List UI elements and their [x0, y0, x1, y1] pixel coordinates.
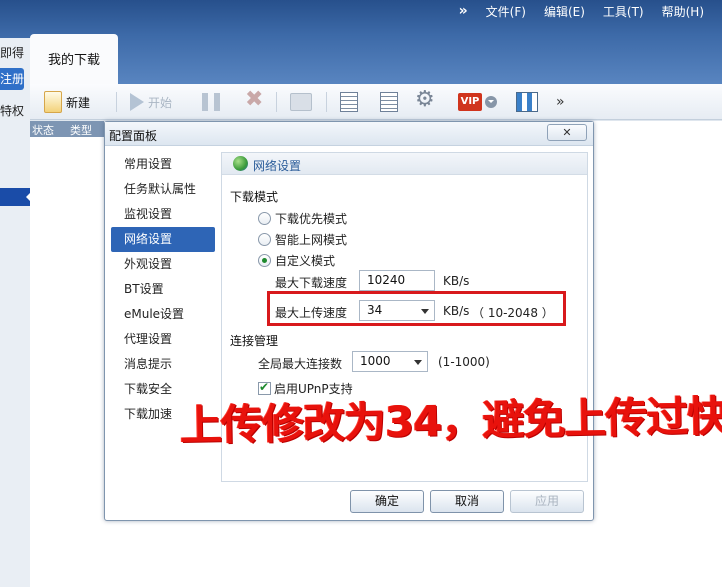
column-status[interactable]: 状态 — [32, 122, 54, 138]
nav-item-general[interactable]: 常用设置 — [111, 152, 215, 177]
max-download-unit: KB/s — [443, 274, 470, 288]
chevron-down-icon — [414, 360, 422, 369]
annotation-text: 上传修改为34，避免上传过快！！！ — [179, 389, 722, 450]
nav-item-proxy[interactable]: 代理设置 — [111, 327, 215, 352]
task-list-button[interactable] — [340, 90, 358, 114]
globe-icon — [233, 156, 248, 171]
radio-label: 下载优先模式 — [275, 212, 348, 226]
menu-file[interactable]: 文件(F) — [486, 3, 526, 20]
max-download-label: 最大下载速度 — [275, 276, 348, 290]
menu-edit[interactable]: 编辑(E) — [544, 3, 585, 20]
max-connections-range: (1-1000) — [438, 355, 490, 369]
column-header-right — [594, 121, 722, 137]
delete-button[interactable]: ✖ — [245, 86, 264, 112]
menu-bar: » 文件(F) 编辑(E) 工具(T) 帮助(H) — [459, 0, 722, 22]
list-icon — [340, 92, 358, 112]
store-button[interactable] — [516, 90, 538, 114]
privilege-text: 特权 — [0, 104, 25, 118]
vip-button[interactable]: VIP — [458, 90, 497, 114]
radio-button[interactable] — [258, 212, 271, 225]
menu-more-icon[interactable]: » — [459, 3, 468, 19]
register-button[interactable]: 注册 — [0, 68, 24, 90]
play-icon — [130, 93, 144, 111]
settings-button[interactable]: ⚙ — [415, 86, 435, 112]
new-file-icon — [44, 91, 62, 113]
details-icon — [380, 92, 398, 112]
download-mode-title: 下载模式 — [230, 190, 279, 204]
dialog-title-bar: 配置面板 ✕ — [105, 122, 593, 146]
nav-item-appearance[interactable]: 外观设置 — [111, 252, 215, 277]
panel-title: 网络设置 — [253, 159, 302, 173]
cancel-button[interactable]: 取消 — [430, 490, 504, 513]
menu-help[interactable]: 帮助(H) — [662, 3, 704, 20]
account-text: 即得 — [0, 46, 25, 60]
radio-download-priority[interactable]: 下载优先模式 — [258, 210, 347, 227]
store-icon — [516, 92, 538, 112]
pause-button[interactable] — [202, 90, 220, 114]
upload-highlight-box — [267, 291, 566, 326]
max-download-input[interactable]: 10240 — [359, 270, 435, 291]
vip-icon: VIP — [458, 93, 482, 111]
nav-item-notifications[interactable]: 消息提示 — [111, 352, 215, 377]
chevron-down-icon[interactable] — [485, 96, 497, 108]
settings-nav: 常用设置 任务默认属性 监视设置 网络设置 外观设置 BT设置 eMule设置 … — [111, 152, 215, 427]
apply-button[interactable]: 应用 — [510, 490, 584, 513]
radio-smart-browsing[interactable]: 智能上网模式 — [258, 231, 347, 248]
dialog-title: 配置面板 — [109, 129, 158, 143]
nav-item-bt[interactable]: BT设置 — [111, 277, 215, 302]
menu-tools[interactable]: 工具(T) — [603, 3, 644, 20]
ok-button[interactable]: 确定 — [350, 490, 424, 513]
sidebar-selected-item[interactable] — [0, 188, 31, 206]
open-folder-button[interactable] — [290, 90, 312, 114]
nav-item-task-defaults[interactable]: 任务默认属性 — [111, 177, 215, 202]
radio-custom[interactable]: 自定义模式 — [258, 252, 335, 269]
start-label: 开始 — [148, 95, 173, 110]
radio-label: 自定义模式 — [275, 254, 336, 268]
radio-button[interactable] — [258, 233, 271, 246]
details-button[interactable] — [380, 90, 398, 114]
new-task-button[interactable]: 新建 — [44, 90, 90, 114]
radio-label: 智能上网模式 — [275, 233, 348, 247]
max-connections-select[interactable]: 1000 — [352, 351, 428, 372]
pause-icon — [202, 93, 220, 111]
toolbar: 新建 开始 ✖ ⚙ VIP » — [30, 84, 722, 120]
nav-item-network[interactable]: 网络设置 — [111, 227, 215, 252]
toolbar-divider — [116, 92, 117, 112]
max-connections-label: 全局最大连接数 — [258, 357, 343, 371]
close-button[interactable]: ✕ — [547, 124, 587, 141]
delete-x-icon: ✖ — [245, 86, 264, 112]
column-type[interactable]: 类型 — [70, 122, 92, 138]
folder-icon — [290, 93, 312, 111]
connection-title: 连接管理 — [230, 334, 279, 348]
toolbar-more-icon[interactable]: » — [556, 90, 564, 114]
account-strip: 即得 注册 特权 — [0, 38, 31, 587]
new-task-label: 新建 — [66, 95, 91, 110]
nav-item-monitor[interactable]: 监视设置 — [111, 202, 215, 227]
gear-icon: ⚙ — [415, 86, 435, 112]
start-button[interactable]: 开始 — [130, 90, 172, 114]
column-header: 状态 类型 — [30, 121, 104, 137]
toolbar-divider — [326, 92, 327, 112]
radio-button-selected[interactable] — [258, 254, 271, 267]
panel-header: 网络设置 — [222, 153, 587, 175]
max-connections-value: 1000 — [360, 354, 391, 368]
nav-item-emule[interactable]: eMule设置 — [111, 302, 215, 327]
toolbar-divider — [276, 92, 277, 112]
tab-my-downloads[interactable]: 我的下载 — [30, 34, 118, 88]
